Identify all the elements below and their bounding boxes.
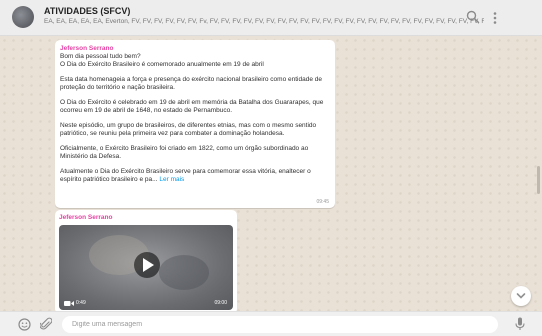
message-text: Atualmente o Dia do Exército Brasileiro … xyxy=(60,168,311,183)
attach-icon[interactable] xyxy=(40,317,52,331)
message-paragraph: Atualmente o Dia do Exército Brasileiro … xyxy=(60,168,330,184)
video-message-bubble[interactable]: Jeferson Serrano 0:49 09:00 xyxy=(55,210,237,311)
chevron-down-icon xyxy=(516,293,526,299)
scroll-down-button[interactable] xyxy=(511,286,531,306)
message-bubble[interactable]: Jeferson Serrano Bom dia pessoal tudo be… xyxy=(55,40,335,208)
read-more-link[interactable]: Ler mais xyxy=(159,176,184,183)
mic-icon[interactable] xyxy=(515,317,525,331)
video-camera-icon xyxy=(64,301,74,306)
play-button[interactable] xyxy=(134,252,160,278)
message-paragraph: Esta data homenageia a força e presença … xyxy=(60,76,322,91)
message-paragraph: Neste episódio, um grupo de brasileiros,… xyxy=(60,122,317,137)
chat-area[interactable]: Jeferson Serrano Bom dia pessoal tudo be… xyxy=(0,36,542,311)
message-composer xyxy=(0,311,542,336)
scrollbar[interactable] xyxy=(537,40,541,300)
message-input[interactable] xyxy=(62,316,498,333)
chat-header: ATIVIDADES (SFCV) EA, EA, EA, EA, EA, Ev… xyxy=(0,0,542,36)
video-thumbnail[interactable]: 0:49 09:00 xyxy=(59,225,233,310)
search-icon[interactable] xyxy=(466,10,480,24)
sender-name[interactable]: Jeferson Serrano xyxy=(60,45,330,53)
sender-name[interactable]: Jeferson Serrano xyxy=(59,214,233,222)
group-avatar[interactable] xyxy=(12,6,34,28)
play-icon xyxy=(143,258,154,272)
message-time: 09:45 xyxy=(316,199,329,205)
message-paragraph: Bom dia pessoal tudo bem? O Dia do Exérc… xyxy=(60,53,264,68)
chat-title[interactable]: ATIVIDADES (SFCV) xyxy=(44,6,130,16)
video-blur-shape xyxy=(159,255,209,290)
message-paragraph: O Dia do Exército é celebrado em 19 de a… xyxy=(60,99,324,114)
menu-icon[interactable] xyxy=(490,11,500,25)
video-duration: 0:49 xyxy=(76,300,86,306)
chat-members-list[interactable]: EA, EA, EA, EA, EA, Everton, FV, FV, FV,… xyxy=(44,18,484,25)
message-paragraph: Oficialmente, o Exército Brasileiro foi … xyxy=(60,145,309,160)
message-time: 09:00 xyxy=(214,300,227,306)
emoji-icon[interactable] xyxy=(18,318,31,331)
